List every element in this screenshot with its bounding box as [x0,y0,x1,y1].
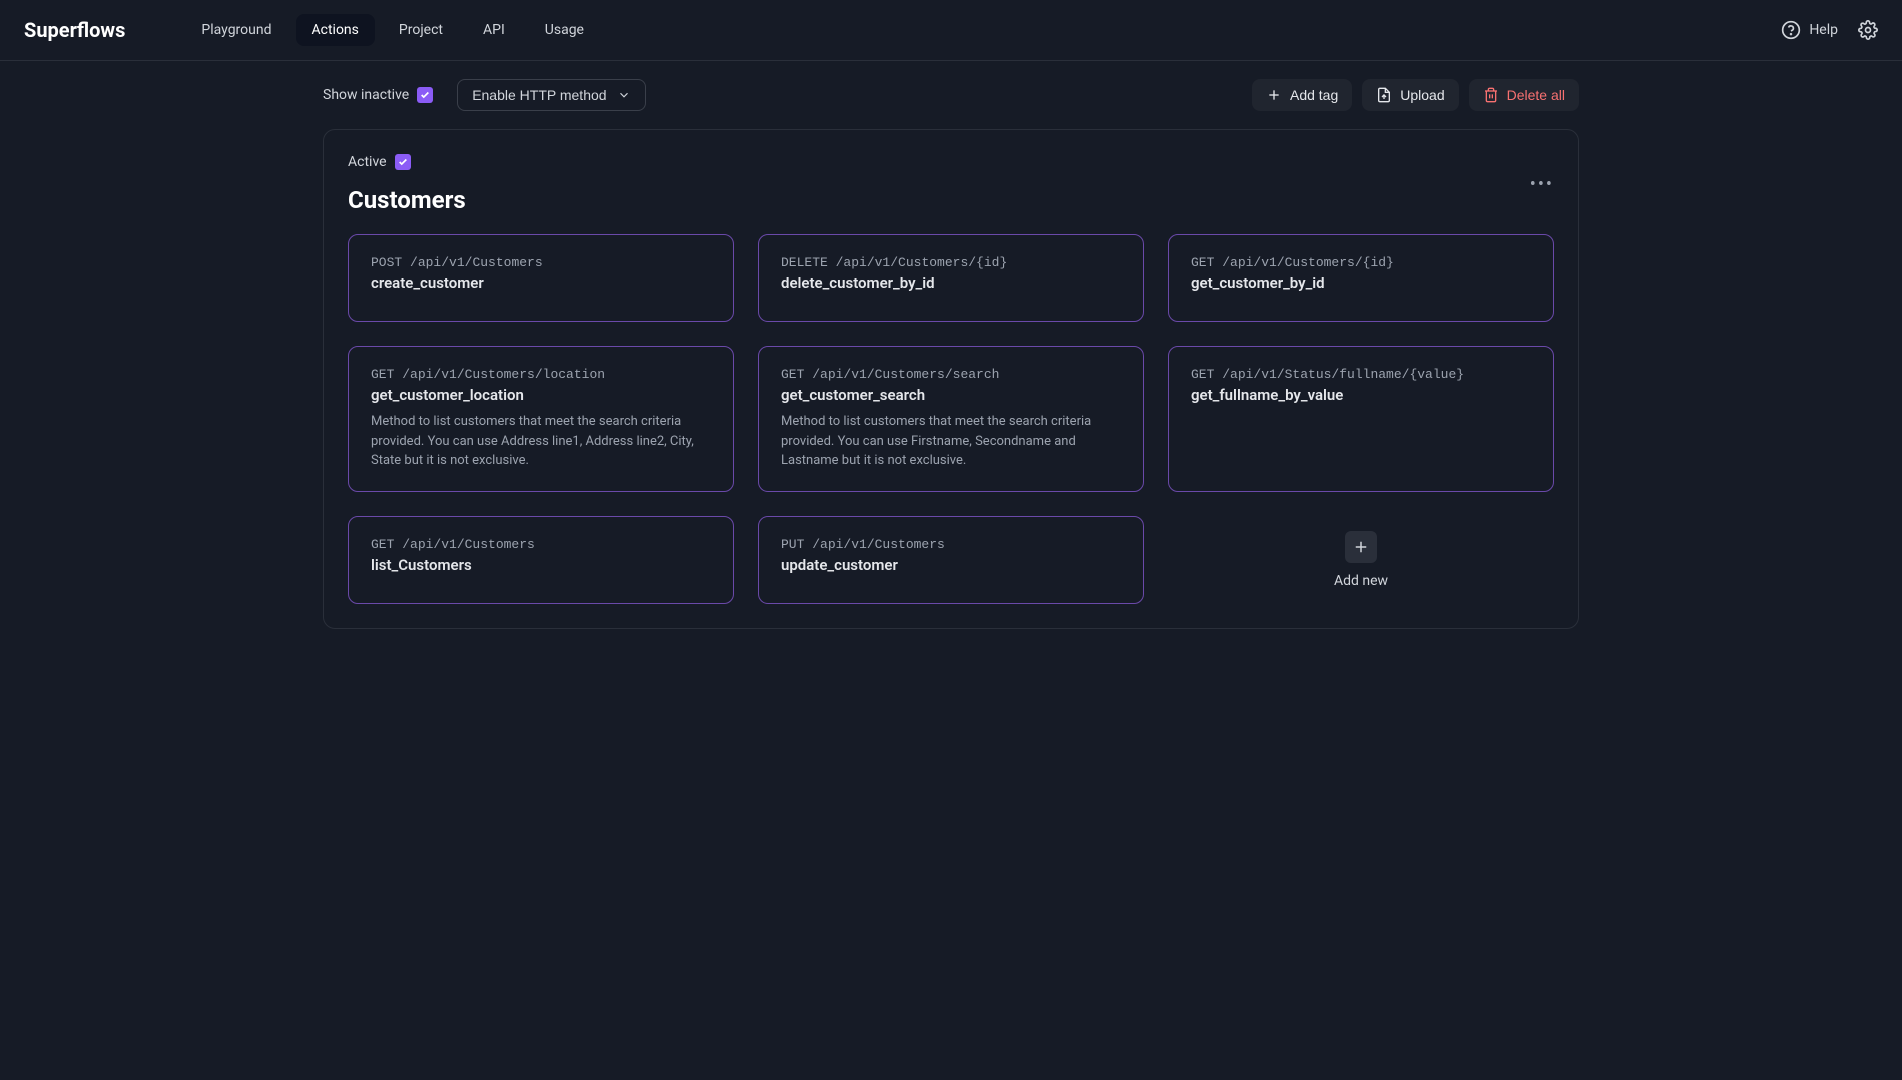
chevron-down-icon [617,88,631,102]
action-card[interactable]: GET /api/v1/Customers/location get_custo… [348,346,734,492]
card-method-path: GET /api/v1/Status/fullname/{value} [1191,367,1531,382]
nav-playground[interactable]: Playground [185,14,287,46]
check-icon [420,90,430,100]
add-tag-button[interactable]: Add tag [1252,79,1352,111]
show-inactive-checkbox[interactable] [417,87,433,103]
add-new-icon-box [1345,531,1377,563]
nav-usage[interactable]: Usage [529,14,600,46]
card-name: get_fullname_by_value [1191,386,1531,404]
delete-all-label: Delete all [1507,87,1565,103]
show-inactive-toggle[interactable]: Show inactive [323,87,433,103]
delete-all-button[interactable]: Delete all [1469,79,1579,111]
action-card[interactable]: PUT /api/v1/Customers update_customer [758,516,1144,604]
action-card[interactable]: POST /api/v1/Customers create_customer [348,234,734,322]
card-method-path: GET /api/v1/Customers/location [371,367,711,382]
card-description: Method to list customers that meet the s… [781,412,1121,471]
active-checkbox[interactable] [395,154,411,170]
add-new-label: Add new [1334,573,1388,589]
help-icon [1781,20,1801,40]
card-name: get_customer_by_id [1191,274,1531,292]
upload-label: Upload [1400,87,1444,103]
section-more-button[interactable]: ••• [1530,174,1554,195]
more-icon: ••• [1530,174,1554,195]
action-card[interactable]: DELETE /api/v1/Customers/{id} delete_cus… [758,234,1144,322]
gear-icon [1858,20,1878,40]
nav-api[interactable]: API [467,14,521,46]
action-card[interactable]: GET /api/v1/Customers/search get_custome… [758,346,1144,492]
show-inactive-label: Show inactive [323,87,409,103]
card-method-path: GET /api/v1/Customers/search [781,367,1121,382]
trash-icon [1483,87,1499,103]
card-description: Method to list customers that meet the s… [371,412,711,471]
nav-project[interactable]: Project [383,14,459,46]
card-method-path: GET /api/v1/Customers [371,537,711,552]
action-card[interactable]: GET /api/v1/Customers/{id} get_customer_… [1168,234,1554,322]
active-toggle[interactable]: Active [348,154,466,170]
active-label: Active [348,154,387,170]
cards-grid: POST /api/v1/Customers create_customer D… [348,234,1554,604]
card-method-path: POST /api/v1/Customers [371,255,711,270]
card-name: list_Customers [371,556,711,574]
plus-icon [1266,87,1282,103]
upload-button[interactable]: Upload [1362,79,1458,111]
card-method-path: PUT /api/v1/Customers [781,537,1121,552]
action-card[interactable]: GET /api/v1/Customers list_Customers [348,516,734,604]
http-method-dropdown[interactable]: Enable HTTP method [457,79,645,111]
check-icon [398,157,408,167]
upload-icon [1376,87,1392,103]
add-new-button[interactable]: Add new [1168,516,1554,604]
settings-button[interactable] [1858,20,1878,40]
card-name: delete_customer_by_id [781,274,1121,292]
card-name: get_customer_location [371,386,711,404]
brand-logo[interactable]: Superflows [24,18,125,42]
help-label: Help [1809,22,1838,38]
actions-section: Active Customers ••• POST /api/v1/Custom… [323,129,1579,629]
card-name: update_customer [781,556,1121,574]
main-nav: Playground Actions Project API Usage [185,14,600,46]
card-name: create_customer [371,274,711,292]
action-card[interactable]: GET /api/v1/Status/fullname/{value} get_… [1168,346,1554,492]
card-method-path: DELETE /api/v1/Customers/{id} [781,255,1121,270]
http-method-label: Enable HTTP method [472,87,606,103]
help-link[interactable]: Help [1781,20,1838,40]
nav-actions[interactable]: Actions [296,14,375,46]
card-name: get_customer_search [781,386,1121,404]
plus-icon [1352,538,1370,556]
add-tag-label: Add tag [1290,87,1338,103]
section-title: Customers [348,186,466,214]
card-method-path: GET /api/v1/Customers/{id} [1191,255,1531,270]
